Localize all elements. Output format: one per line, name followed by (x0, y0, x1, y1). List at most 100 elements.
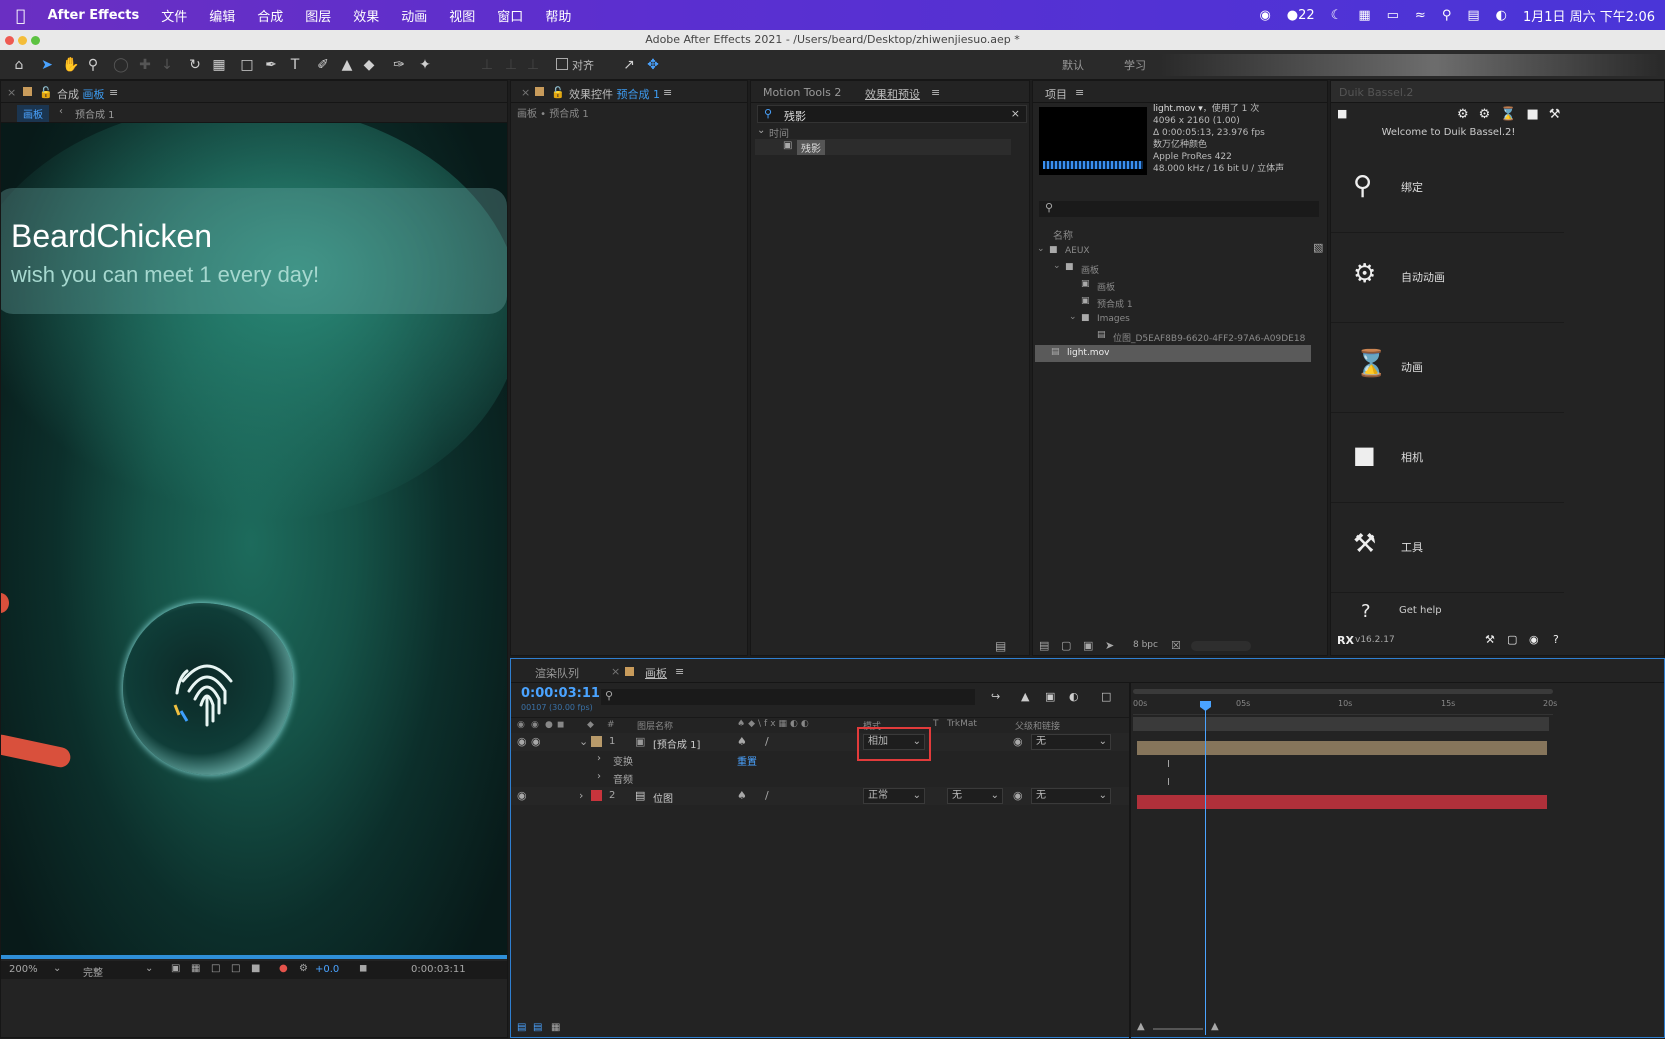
tab-project[interactable]: 项目 (1045, 86, 1067, 102)
project-item[interactable]: ▤ light.mov (1035, 345, 1311, 362)
footage-name[interactable]: light.mov ▾ (1153, 104, 1203, 114)
layer-bar[interactable] (1137, 741, 1547, 755)
chevron-right-icon[interactable]: › (579, 789, 583, 802)
project-item[interactable]: ⌄ ■ 画板 (1033, 260, 1309, 277)
axis-world-icon[interactable]: ⊥ (502, 56, 520, 74)
anchor-tool-icon[interactable]: ▦ (210, 56, 228, 74)
exposure-value[interactable]: +0.0 (315, 964, 339, 975)
control-center-icon[interactable]: ▤ (1467, 8, 1479, 23)
menu-help[interactable]: 帮助 (545, 6, 571, 25)
quality-switch-icon[interactable]: / (765, 789, 769, 802)
parent-select[interactable]: 无 ⌄ (1031, 734, 1111, 750)
home-icon[interactable]: ⌂ (10, 56, 28, 74)
zoom-out-icon[interactable]: ▲ (1137, 1021, 1145, 1032)
breadcrumb-prev[interactable]: 预合成 1 (75, 106, 115, 121)
project-item[interactable]: ▤ 位图_D5EAF8B9-6620-4FF2-97A6-A09DE181 (1033, 328, 1309, 345)
chevron-down-icon[interactable]: ⌄ (579, 735, 588, 748)
parent-select[interactable]: 无 ⌄ (1031, 788, 1111, 804)
tab-motion-tools[interactable]: Motion Tools 2 (763, 86, 841, 99)
eye-icon[interactable]: ◉ (517, 735, 527, 748)
lock-icon[interactable]: 🔓 (39, 86, 53, 99)
zoom-window-icon[interactable] (31, 36, 40, 45)
chevron-down-icon[interactable]: ⌄ (53, 963, 61, 974)
chat-icon[interactable]: ▢ (1507, 633, 1517, 646)
project-item[interactable]: ⌄ ■ AEUX (1033, 243, 1309, 260)
pan-tool-icon[interactable]: ✚ (136, 56, 154, 74)
playhead[interactable] (1200, 701, 1211, 1035)
frame-blending-icon[interactable]: ▣ (1045, 690, 1055, 703)
lock-icon[interactable]: 🔓 (551, 86, 565, 99)
3d-view-icon[interactable]: ■ (251, 963, 260, 974)
interpret-footage-icon[interactable]: ▤ (1039, 639, 1049, 652)
chevron-down-icon[interactable]: ⌄ (1069, 312, 1077, 322)
project-item[interactable]: ⌄ ■ Images (1033, 311, 1309, 328)
layer-row[interactable]: ◉ ◉ ⌄ 1 ▣ [预合成 1] ♠ / 相加 ⌄ ◉ 无 ⌄ (511, 727, 1129, 761)
effect-item-row[interactable]: ▣ 残影 (755, 139, 1011, 155)
layer-row[interactable]: ◉ › 2 ▤ 位图 ♠ / 正常 ⌄ 无 ⌄ ◉ 无 ⌄ (511, 787, 1129, 805)
app-menu[interactable]: After Effects (48, 8, 140, 23)
label-swatch[interactable] (591, 736, 602, 747)
duik-camera-button[interactable]: ■ 相机 (1331, 413, 1564, 503)
render-toggle-icon[interactable]: ▤ (517, 1022, 526, 1033)
dolly-tool-icon[interactable]: ↓ (158, 56, 176, 74)
project-search-input[interactable]: ⚲ (1039, 201, 1319, 217)
workspace-learn[interactable]: 学习 (1124, 57, 1146, 73)
project-item[interactable]: ▣ 预合成 1 (1033, 294, 1309, 311)
effect-group-row[interactable]: ⌄ 时间 (755, 125, 1011, 140)
eye-icon[interactable]: ◉ (517, 789, 527, 802)
modes-toggle-icon[interactable]: ▦ (551, 1022, 560, 1033)
resolution-select[interactable]: 完整 (83, 964, 103, 979)
work-area-bar[interactable] (1133, 689, 1553, 694)
tools-icon[interactable]: ⚒ (1549, 107, 1571, 122)
audio-icon[interactable]: ◉ (531, 735, 541, 748)
audio-group-row[interactable]: › 音频 (511, 769, 1129, 787)
hand-tool-icon[interactable]: ✋ (62, 56, 80, 74)
chevron-down-icon[interactable]: ⌄ (145, 963, 153, 974)
exposure-icon[interactable]: ⚙ (299, 963, 308, 974)
effects-search-input[interactable]: ⚲ 残影 × (757, 105, 1027, 123)
menu-file[interactable]: 文件 (161, 6, 187, 25)
comp-flowchart-icon[interactable]: ↪ (991, 690, 1000, 703)
transform-group-row[interactable]: › 变换 重置 (511, 751, 1129, 769)
gear-icon[interactable]: ⚙ (1479, 107, 1501, 122)
puppet-tool-icon[interactable]: ✦ (416, 56, 434, 74)
menu-edit[interactable]: 编辑 (209, 6, 235, 25)
menu-composition[interactable]: 合成 (257, 6, 283, 25)
hourglass-icon[interactable]: ⌛ (1500, 107, 1526, 122)
composition-viewer[interactable]: BeardChicken wish you can meet 1 every d… (1, 123, 507, 955)
selection-tool-icon[interactable]: ➤ (38, 56, 56, 74)
effect-controls-tab[interactable]: 效果控件 预合成 1 (569, 86, 660, 102)
label-swatch[interactable] (591, 790, 602, 801)
duik-layer-icon[interactable]: ■ (1337, 107, 1347, 120)
help-icon[interactable]: ? (1553, 633, 1559, 646)
panel-menu-icon[interactable]: ≡ (675, 665, 684, 678)
duik-rig-button[interactable]: ⚲ 绑定 (1331, 143, 1564, 233)
flowchart-icon[interactable]: ▧ (1313, 241, 1323, 254)
menu-layer[interactable]: 图层 (305, 6, 331, 25)
region-icon[interactable]: ▣ (171, 963, 180, 974)
project-col-name[interactable]: 名称 (1053, 227, 1073, 242)
tab-duik[interactable]: Duik Bassel.2 (1339, 86, 1413, 99)
notification-icon[interactable]: ●22 (1287, 8, 1315, 23)
zoom-slider[interactable] (1153, 1028, 1203, 1030)
roto-brush-tool-icon[interactable]: ✑ (390, 56, 408, 74)
shy-switch-icon[interactable]: ♠ (737, 735, 747, 748)
duik-animation-button[interactable]: ⌛ 动画 (1331, 323, 1564, 413)
project-item[interactable]: ▣ 画板 (1033, 277, 1309, 294)
project-scrollbar[interactable] (1191, 641, 1251, 651)
snap-points-icon[interactable]: ✥ (644, 56, 662, 74)
composition-tab[interactable]: 合成 画板 (57, 86, 105, 102)
type-tool-icon[interactable]: T (286, 56, 304, 74)
blend-mode-select[interactable]: 正常 ⌄ (863, 788, 925, 804)
panel-menu-icon[interactable]: ≡ (931, 86, 940, 99)
expand-toggle-icon[interactable]: ▤ (533, 1022, 542, 1033)
breadcrumb-active[interactable]: 画板 (17, 105, 49, 122)
color-channels-icon[interactable]: ● (279, 963, 288, 974)
bug-icon[interactable]: ◉ (1529, 633, 1539, 646)
minimize-window-icon[interactable] (18, 36, 27, 45)
workspace-default[interactable]: 默认 (1062, 57, 1084, 73)
menu-window[interactable]: 窗口 (497, 6, 523, 25)
clock-text[interactable]: 1月1日 周六 下午2:06 (1523, 6, 1655, 25)
snapping-checkbox[interactable] (556, 58, 568, 70)
camera-icon[interactable]: ■ (1527, 107, 1549, 122)
